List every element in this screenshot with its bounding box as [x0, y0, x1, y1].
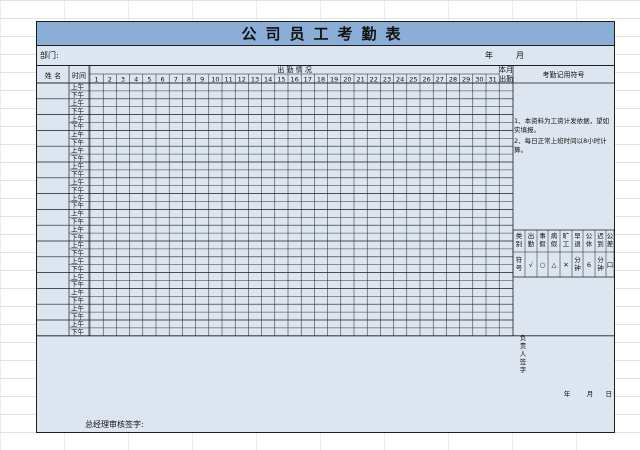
day-number-22: 22 [370, 76, 378, 84]
day-number-13: 13 [251, 76, 259, 84]
header-monthly-1: 本月 [499, 65, 513, 74]
period-label: 上午 [71, 82, 85, 91]
period-label: 上午 [71, 161, 85, 170]
legend-symbol-1: ○ [540, 261, 546, 269]
period-label: 下午 [71, 169, 85, 178]
period-label: 上午 [71, 256, 85, 265]
period-label: 上午 [71, 98, 85, 107]
legend-symbol-3: ✕ [563, 261, 568, 269]
day-number-29: 29 [462, 76, 470, 84]
period-label: 上午 [71, 114, 85, 123]
day-number-21: 21 [356, 76, 364, 84]
day-number-11: 11 [224, 76, 232, 84]
legend-symbol-0: √ [529, 261, 534, 269]
day-number-25: 25 [409, 76, 417, 84]
period-label: 下午 [71, 327, 85, 336]
day-number-17: 17 [304, 76, 312, 84]
legend-type-5: 公休 [586, 232, 593, 248]
period-label: 下午 [71, 106, 85, 115]
day-number-3: 3 [121, 76, 125, 84]
note-1: 1、本资料为工资计发依据，望如实填报。 [514, 117, 610, 134]
day-number-10: 10 [211, 76, 219, 84]
period-label: 上午 [71, 145, 85, 154]
day-number-19: 19 [330, 76, 338, 84]
period-label: 上午 [71, 272, 85, 281]
legend-symbol-6: 分钟 [597, 255, 604, 272]
period-label: 下午 [71, 201, 85, 210]
legend-symbol-7: 口 [607, 261, 614, 269]
period-label: 上午 [71, 303, 85, 312]
legend-symbol-2: △ [552, 261, 557, 269]
attendance-sheet: 公司员工考勤表 部门: 年 月 姓 名时间出 勤 情 况本月 出勤 考勤记用符号 1 2… [36, 21, 615, 433]
responsible-sign-label: 负责人签字 [520, 333, 527, 374]
header-monthly-2: 出勤 [499, 74, 513, 83]
sign-year: 年 [564, 389, 571, 398]
day-number-20: 20 [343, 76, 351, 84]
legend-type-4: 早退 [574, 232, 581, 248]
period-label: 下午 [71, 264, 85, 273]
legend-type-7: 公差 [607, 232, 614, 248]
day-number-9: 9 [200, 76, 204, 84]
period-label: 上午 [71, 130, 85, 139]
footer-row: 总经理审核签字: [37, 407, 614, 432]
day-number-15: 15 [277, 76, 285, 84]
period-label: 上午 [71, 240, 85, 249]
day-number-1: 1 [95, 76, 99, 84]
legend-type-6: 迟到 [597, 232, 604, 248]
period-label: 上午 [71, 319, 85, 328]
sign-day: 日 [606, 390, 613, 398]
day-number-23: 23 [383, 76, 391, 84]
attendance-grid: 姓 名时间出 勤 情 况本月出勤 考勤记用符号1 2 3 4 5 6 7 8 9 10 11 12 13 1… [37, 65, 614, 398]
period-label: 上午 [71, 209, 85, 218]
period-label: 下午 [71, 311, 85, 320]
legend-symbol-label: 符号 [516, 255, 523, 272]
day-number-7: 7 [174, 76, 178, 84]
period-label: 下午 [71, 138, 85, 147]
day-number-30: 30 [475, 76, 483, 84]
legend-type-0: 出勤 [528, 231, 535, 248]
day-number-14: 14 [264, 76, 272, 84]
note-2: 2、每日正常上班时间以8小时计算。 [514, 137, 607, 154]
header-time: 时间 [72, 71, 86, 80]
period-label: 下午 [71, 296, 85, 305]
day-number-18: 18 [317, 76, 325, 84]
day-number-12: 12 [238, 76, 246, 84]
period-label: 上午 [71, 224, 85, 233]
legend-type-label: 类别 [516, 231, 523, 248]
period-label: 下午 [71, 90, 85, 99]
notes-section: 1、本资料为工资计发依据，望如实填报。 2、每日正常上班时间以8小时计算。 [514, 117, 612, 157]
day-number-5: 5 [147, 76, 151, 84]
header-symbols-title: 考勤记用符号 [543, 70, 585, 79]
legend-symbol-5: 6 [587, 261, 591, 269]
legend-type-1: 事假 [539, 231, 546, 248]
day-number-28: 28 [449, 76, 457, 84]
period-label: 下午 [71, 153, 85, 162]
period-label: 下午 [71, 185, 85, 194]
legend-type-2: 病假 [551, 231, 558, 248]
period-label: 下午 [71, 122, 85, 131]
sign-month: 月 [587, 390, 594, 398]
day-number-4: 4 [134, 76, 138, 84]
legend-type-3: 旷工 [563, 231, 570, 248]
day-number-16: 16 [290, 76, 298, 84]
header-name: 姓 名 [45, 71, 61, 80]
period-label: 下午 [71, 217, 85, 226]
day-number-31: 31 [488, 76, 496, 84]
gm-sign-label: 总经理审核签字: [85, 420, 144, 429]
day-number-26: 26 [422, 76, 430, 84]
day-number-24: 24 [396, 76, 404, 84]
period-label: 下午 [71, 232, 85, 241]
period-label: 上午 [71, 288, 85, 297]
day-number-27: 27 [436, 76, 444, 84]
period-label: 下午 [71, 280, 85, 289]
legend-symbol-4: 分钟 [574, 255, 581, 272]
header-attendance: 出 勤 情 况 [277, 65, 312, 74]
period-label: 上午 [71, 177, 85, 186]
day-number-6: 6 [161, 76, 165, 84]
period-label: 上午 [71, 193, 85, 202]
day-number-2: 2 [108, 76, 112, 84]
day-number-8: 8 [187, 76, 191, 84]
period-label: 下午 [71, 248, 85, 257]
